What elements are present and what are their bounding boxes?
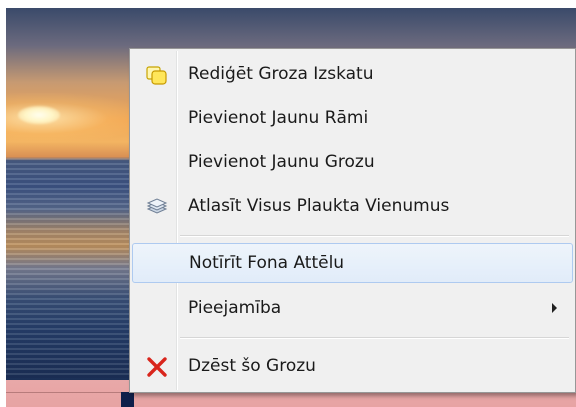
menu-separator xyxy=(180,337,569,338)
taskbar-thumbnail[interactable] xyxy=(121,392,134,407)
menu-item-add-basket[interactable]: Pievienot Jaunu Grozu xyxy=(132,143,573,183)
menu-item-label: Dzēst šo Grozu xyxy=(188,356,316,376)
menu-item-label: Atlasīt Visus Plaukta Vienumus xyxy=(188,196,450,216)
delete-x-icon xyxy=(145,356,169,378)
context-menu: Rediģēt Groza Izskatu Pievienot Jaunu Rā… xyxy=(129,48,576,393)
submenu-arrow-icon xyxy=(552,303,557,313)
menu-item-label: Rediģēt Groza Izskatu xyxy=(188,64,374,84)
menu-item-label: Pievienot Jaunu Grozu xyxy=(188,152,375,172)
menu-item-edit-appearance[interactable]: Rediģēt Groza Izskatu xyxy=(132,55,573,95)
menu-item-select-all-shelf[interactable]: Atlasīt Visus Plaukta Vienumus xyxy=(132,187,573,227)
edit-shape-icon xyxy=(145,64,169,86)
menu-item-accessibility[interactable]: Pieejamība xyxy=(132,289,573,329)
menu-item-delete-basket[interactable]: Dzēst šo Grozu xyxy=(132,347,573,387)
menu-item-label: Notīrīt Fona Attēlu xyxy=(189,253,345,273)
stack-icon xyxy=(145,196,169,218)
menu-item-label: Pievienot Jaunu Rāmi xyxy=(188,108,369,128)
sun xyxy=(18,106,60,124)
menu-item-clear-background[interactable]: Notīrīt Fona Attēlu xyxy=(132,243,573,283)
screenshot-frame: Rediģēt Groza Izskatu Pievienot Jaunu Rā… xyxy=(0,0,576,407)
menu-item-add-frame[interactable]: Pievienot Jaunu Rāmi xyxy=(132,99,573,139)
menu-item-label: Pieejamība xyxy=(188,298,282,318)
menu-separator xyxy=(180,235,569,236)
